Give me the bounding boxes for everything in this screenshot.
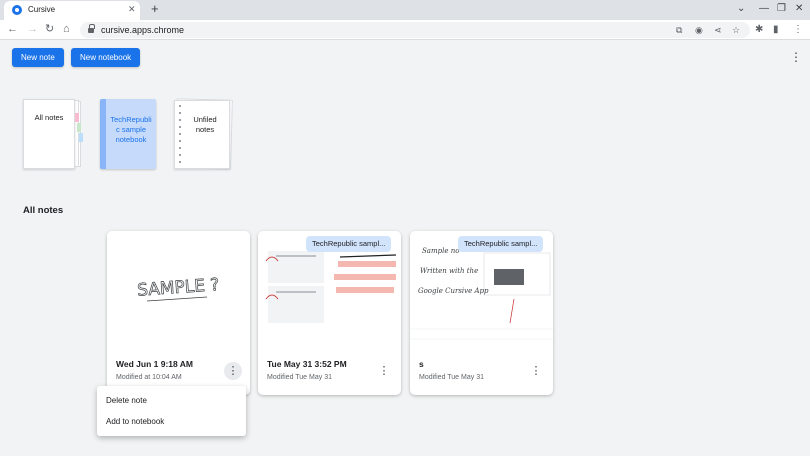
note-modified: Modified at 10:04 AM — [116, 374, 182, 381]
extensions-icon[interactable]: ✱ — [755, 23, 763, 36]
browser-tab-strip: Cursive ✕ + ⌄ — ❐ ✕ — [0, 0, 810, 20]
handwriting-line: Google Cursive App — [418, 287, 489, 295]
share-icon[interactable]: ⋖ — [714, 24, 722, 36]
handwriting-line: Sample no — [422, 247, 459, 255]
back-icon[interactable]: ← — [7, 23, 18, 36]
section-title: All notes — [23, 205, 64, 216]
note-date: Tue May 31 3:52 PM — [267, 359, 347, 369]
new-notebook-button[interactable]: New notebook — [71, 48, 141, 67]
note-modified: Modified Tue May 31 — [267, 374, 332, 381]
notebook-techrepublic[interactable]: TechRepubli c sample notebook — [100, 99, 156, 171]
notebook-unfiled[interactable]: Unfiled notes — [174, 98, 234, 171]
note-card[interactable]: Sample no Written with the Google Cursiv… — [410, 231, 553, 395]
side-panel-icon[interactable]: ▮ — [773, 23, 779, 36]
lock-icon — [88, 24, 95, 33]
restore-icon[interactable]: ❐ — [777, 3, 786, 15]
note-thumbnail: SAMPLE ? — [107, 231, 250, 349]
forward-icon[interactable]: → — [27, 23, 38, 36]
note-date: Wed Jun 1 9:18 AM — [116, 359, 193, 369]
browser-tab[interactable]: Cursive ✕ — [4, 1, 140, 20]
eye-icon[interactable]: ◉ — [695, 24, 703, 36]
minimize-icon[interactable]: — — [759, 3, 769, 15]
open-in-app-icon[interactable]: ⧉ — [676, 24, 682, 36]
note-date: s — [419, 359, 424, 369]
close-tab-icon[interactable]: ✕ — [128, 4, 136, 14]
note-card[interactable]: SAMPLE ? Wed Jun 1 9:18 AM Modified at 1… — [107, 231, 250, 395]
handwriting-sample: SAMPLE ? — [137, 275, 220, 301]
note-context-menu: Delete note Add to notebook — [97, 386, 246, 436]
tab-search-icon[interactable]: ⌄ — [737, 3, 745, 15]
more-options-icon[interactable]: ⋮ — [375, 362, 393, 380]
bookmark-star-icon[interactable]: ☆ — [732, 24, 740, 36]
notebook-chip: TechRepublic sampl... — [306, 236, 392, 252]
tab-title: Cursive — [28, 5, 56, 14]
handwriting-line: Written with the — [420, 267, 478, 275]
browser-menu-icon[interactable]: ⋮ — [793, 23, 803, 36]
cursive-app: New note New notebook ⋮ All notes TechRe… — [0, 41, 810, 456]
home-icon[interactable]: ⌂ — [63, 23, 70, 36]
more-options-icon[interactable]: ⋮ — [527, 362, 545, 380]
notebook-label: TechRepubli c sample notebook — [110, 115, 152, 144]
delete-note-menu-item[interactable]: Delete note — [106, 396, 147, 405]
close-window-icon[interactable]: ✕ — [795, 3, 803, 15]
app-menu-icon[interactable]: ⋮ — [790, 50, 802, 64]
new-note-button[interactable]: New note — [12, 48, 64, 67]
notebook-label: All notes — [34, 113, 64, 122]
notebook-chip: TechRepublic sampl... — [458, 236, 544, 252]
new-tab-icon[interactable]: + — [151, 2, 159, 16]
note-modified: Modified Tue May 31 — [419, 374, 484, 381]
address-bar[interactable]: cursive.apps.chrome ⧉ ◉ ⋖ ☆ — [80, 22, 750, 38]
url-text: cursive.apps.chrome — [101, 25, 185, 35]
notebook-label: Unfiled notes — [193, 115, 217, 134]
reload-icon[interactable]: ↻ — [45, 23, 54, 36]
more-options-icon[interactable]: ⋮ — [224, 362, 242, 380]
notebook-all-notes[interactable]: All notes — [23, 99, 83, 171]
add-to-notebook-menu-item[interactable]: Add to notebook — [106, 417, 164, 426]
note-card[interactable]: TechRepublic sampl... Tue May 31 3:52 PM… — [258, 231, 401, 395]
cursive-favicon-icon — [12, 5, 22, 15]
browser-toolbar: ← → ↻ ⌂ cursive.apps.chrome ⧉ ◉ ⋖ ☆ ✱ ▮ … — [0, 20, 810, 40]
